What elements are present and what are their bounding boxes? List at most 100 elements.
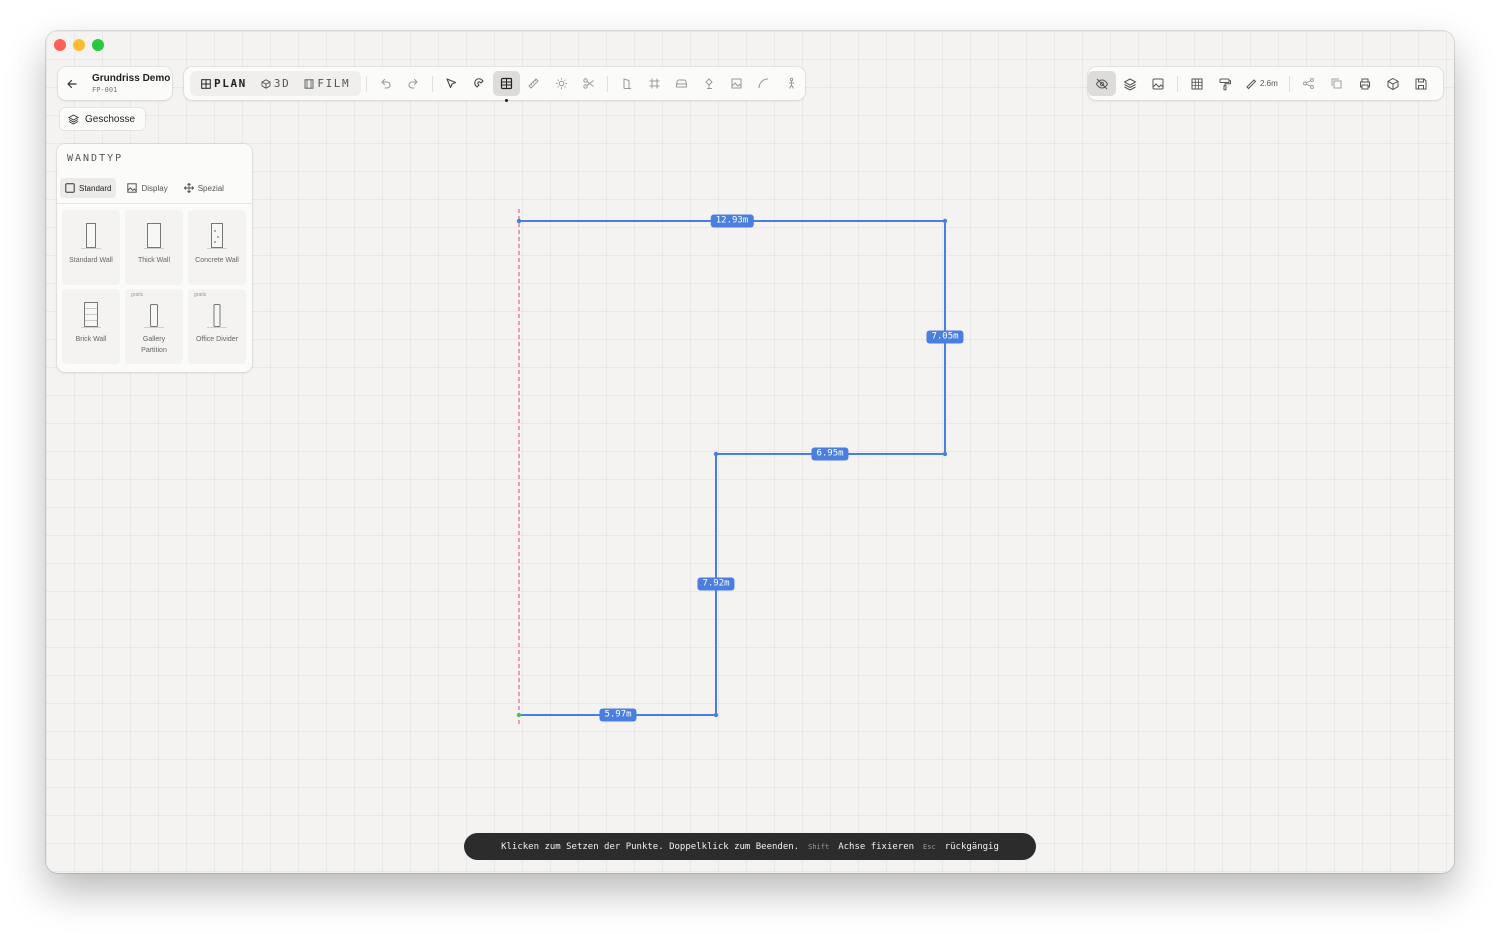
redo-icon [408,78,418,89]
print-button[interactable] [1351,71,1379,96]
cut-tool-button[interactable] [575,71,602,96]
toolbar-separator [607,75,609,92]
share-button[interactable] [1295,71,1323,96]
wall-tool-button[interactable] [492,71,521,102]
office-divider-icon [207,304,227,328]
toolbar-separator [366,75,368,92]
scissors-icon [583,78,594,89]
cube-icon [1387,77,1399,90]
toolbar-separator [1177,75,1178,92]
brick-wall-icon [81,302,101,328]
background-image-button[interactable] [1144,71,1172,96]
magnet-tool-button[interactable] [465,71,492,96]
free-badge: gratis [194,292,207,298]
walltype-title: WANDTYP [67,153,124,164]
frame-tool-button[interactable] [641,71,668,96]
tab-label: Spezial [197,183,224,193]
tab-label: Standard [79,183,112,193]
hint-bar: Klicken zum Setzen der Punkte. Doppelkli… [464,833,1036,860]
square-icon [65,183,75,193]
walltype-label: Concrete Wall [195,257,239,264]
door-tool-button[interactable] [613,71,640,96]
move-icon [183,183,194,193]
wall-dimension-label: 7.92m [697,577,735,591]
mode-plan-button[interactable]: PLAN [194,71,254,96]
walltype-brick-wall[interactable]: Brick Wall [62,289,120,364]
layers-icon [68,113,79,125]
walltype-office-divider[interactable]: gratis Office Divider [188,289,246,364]
app-window: 12.93m 7.05m 6.95m 7.92m 5.97m Grundriss… [46,31,1454,873]
concrete-wall-icon [207,223,227,249]
floorplan-canvas[interactable] [46,31,1454,873]
wall-height-value: 2.6m [1260,79,1278,88]
magnet-icon [473,78,484,88]
wall-grid-icon [500,77,513,90]
wall-dimension-label: 7.05m [926,330,964,344]
person-icon [788,77,794,89]
hash-icon [649,78,660,89]
copy-button[interactable] [1323,71,1351,96]
grid-toggle-button[interactable] [1183,71,1211,96]
select-tool-button[interactable] [438,71,465,96]
redo-button[interactable] [400,71,427,96]
measure-tool-button[interactable] [520,71,547,96]
back-button[interactable] [58,67,86,100]
wall-height-control[interactable]: 2.6m [1239,78,1284,90]
tab-standard[interactable]: Standard [60,178,117,198]
wall-vertex[interactable] [713,451,719,457]
floors-button[interactable]: Geschosse [60,108,145,130]
paint-roller-icon [1219,78,1231,90]
wall-vertex[interactable] [942,218,948,224]
undo-icon [381,78,391,89]
layers-button[interactable] [1116,71,1144,96]
wall-vertex[interactable] [713,712,719,718]
wall-polyline[interactable] [519,220,946,716]
standard-wall-icon [81,223,101,249]
mode-film-button[interactable]: FILM [297,71,357,96]
walltype-gallery-partition[interactable]: gratis Gallery Partition [125,289,183,364]
arrow-left-icon [67,79,77,88]
export-3d-button[interactable] [1379,71,1407,96]
curve-tool-button[interactable] [750,71,777,96]
walltype-grid: Standard Wall Thick Wall Concrete Wall B… [62,210,246,364]
walltype-tabs: Standard Display Spezial [60,177,249,199]
esc-key-hint: Esc [923,842,936,851]
tab-display[interactable]: Display [122,178,172,198]
mode-3d-button[interactable]: 3D [254,71,297,96]
visibility-toggle-button[interactable] [1088,71,1116,96]
person-tool-button[interactable] [778,71,805,96]
project-title: Grundriss Demo [92,73,171,84]
walltype-concrete-wall[interactable]: Concrete Wall [188,210,246,285]
toolbar-separator [1288,75,1290,92]
image-tool-button[interactable] [723,71,750,96]
walltype-label: Gallery Partition [141,336,167,354]
cube-icon [261,78,271,89]
printer-icon [1359,78,1370,89]
project-header: Grundriss Demo FP-001 [58,67,172,100]
sun-icon [555,78,567,89]
lamp-tool-button[interactable] [695,71,722,96]
view-toolbar: 2.6m [1088,67,1443,100]
tab-spezial[interactable]: Spezial [179,178,229,198]
wall-vertex[interactable] [516,218,522,224]
tab-label: Display [141,183,168,193]
walltype-label: Office Divider [196,336,238,343]
furniture-tool-button[interactable] [668,71,695,96]
undo-button[interactable] [372,71,399,96]
wall-dimension-label: 5.97m [599,708,637,722]
save-button[interactable] [1407,71,1435,96]
shift-key-hint: Shift [808,842,830,851]
walltype-divider [57,203,252,204]
wall-dimension-label: 12.93m [710,214,754,228]
light-tool-button[interactable] [548,71,575,96]
paint-button[interactable] [1211,71,1239,96]
wall-start-vertex[interactable] [516,712,522,718]
walltype-thick-wall[interactable]: Thick Wall [125,210,183,285]
wall-vertex[interactable] [942,451,948,457]
esc-action-hint: rückgängig [944,841,999,852]
mode-label: PLAN [214,77,247,90]
ruler-icon [1246,78,1257,89]
walltype-label: Brick Wall [75,336,107,343]
save-icon [1415,78,1427,89]
walltype-standard-wall[interactable]: Standard Wall [62,210,120,285]
